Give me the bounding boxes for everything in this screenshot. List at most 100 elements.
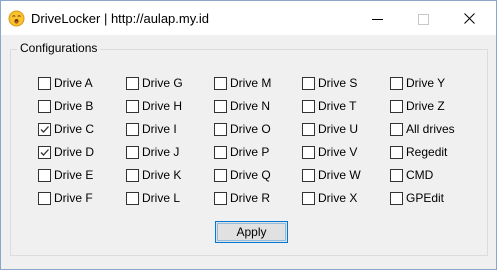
checkbox-box[interactable] [390, 76, 403, 90]
checkbox-box[interactable] [390, 168, 403, 182]
checkbox-label: Drive U [318, 122, 359, 136]
checkbox-box[interactable] [302, 168, 315, 182]
checkbox-drive-d[interactable]: Drive D [38, 144, 94, 160]
checkbox-label: Drive Z [406, 99, 445, 113]
checkbox-gpedit[interactable]: GPEdit [390, 190, 444, 206]
checkbox-label: Drive M [230, 76, 272, 90]
checkbox-drive-h[interactable]: Drive H [126, 98, 182, 114]
checkbox-box[interactable] [214, 191, 227, 205]
checkbox-box[interactable] [38, 145, 51, 159]
checkbox-box[interactable] [126, 99, 139, 113]
checkbox-drive-x[interactable]: Drive X [302, 190, 357, 206]
checkbox-drive-i[interactable]: Drive I [126, 121, 177, 137]
checkbox-cmd[interactable]: CMD [390, 167, 433, 183]
checkbox-label: Drive C [54, 122, 95, 136]
checkbox-label: Drive K [142, 168, 182, 182]
checkbox-label: CMD [406, 168, 434, 182]
checkbox-box[interactable] [38, 191, 51, 205]
emoji-face-icon [8, 10, 25, 27]
checkbox-box[interactable] [38, 122, 51, 136]
close-button[interactable] [447, 1, 493, 35]
maximize-button [401, 1, 447, 35]
checkbox-label: Drive L [142, 191, 181, 205]
checkbox-label: Drive A [54, 76, 93, 90]
checkbox-box[interactable] [38, 168, 51, 182]
checkbox-box[interactable] [214, 99, 227, 113]
checkbox-box[interactable] [302, 145, 315, 159]
maximize-icon [418, 14, 429, 25]
checkbox-box[interactable] [38, 99, 51, 113]
checkbox-box[interactable] [214, 168, 227, 182]
checkbox-box[interactable] [126, 76, 139, 90]
close-icon [464, 13, 475, 24]
checkbox-drive-z[interactable]: Drive Z [390, 98, 445, 114]
window-title: DriveLocker | http://aulap.my.id [31, 11, 209, 26]
checkbox-box[interactable] [126, 145, 139, 159]
checkbox-label: Drive R [230, 191, 271, 205]
checkbox-label: Drive E [54, 168, 94, 182]
checkbox-box[interactable] [214, 145, 227, 159]
checkmark-icon [40, 148, 49, 156]
checkbox-drive-s[interactable]: Drive S [302, 75, 357, 91]
checkbox-label: Drive D [54, 145, 95, 159]
checkbox-drive-r[interactable]: Drive R [214, 190, 270, 206]
checkbox-box[interactable] [214, 122, 227, 136]
checkbox-drive-f[interactable]: Drive F [38, 190, 93, 206]
checkbox-label: Drive T [318, 99, 357, 113]
checkbox-drive-a[interactable]: Drive A [38, 75, 93, 91]
checkbox-label: Regedit [406, 145, 448, 159]
checkbox-drive-j[interactable]: Drive J [126, 144, 179, 160]
checkbox-label: Drive B [54, 99, 94, 113]
checkbox-label: Drive S [318, 76, 358, 90]
checkbox-label: Drive F [54, 191, 93, 205]
minimize-icon [372, 19, 383, 20]
apply-button[interactable]: Apply [215, 221, 288, 243]
checkbox-drive-p[interactable]: Drive P [214, 144, 269, 160]
checkbox-drive-m[interactable]: Drive M [214, 75, 271, 91]
checkbox-box[interactable] [126, 122, 139, 136]
checkbox-label: Drive J [142, 145, 180, 159]
checkbox-drive-k[interactable]: Drive K [126, 167, 181, 183]
checkbox-drive-v[interactable]: Drive V [302, 144, 357, 160]
checkbox-box[interactable] [302, 99, 315, 113]
checkbox-label: Drive Y [406, 76, 446, 90]
checkbox-box[interactable] [126, 168, 139, 182]
checkbox-label: GPEdit [406, 191, 445, 205]
checkbox-box[interactable] [302, 76, 315, 90]
checkbox-box[interactable] [302, 191, 315, 205]
checkbox-drive-b[interactable]: Drive B [38, 98, 93, 114]
checkbox-all-drives[interactable]: All drives [390, 121, 455, 137]
checkbox-box[interactable] [126, 191, 139, 205]
checkbox-box[interactable] [390, 191, 403, 205]
checkbox-label: Drive O [230, 122, 271, 136]
checkbox-box[interactable] [302, 122, 315, 136]
checkbox-label: Drive I [142, 122, 177, 136]
checkbox-drive-l[interactable]: Drive L [126, 190, 180, 206]
checkbox-label: Drive N [230, 99, 271, 113]
checkbox-drive-t[interactable]: Drive T [302, 98, 356, 114]
checkbox-label: All drives [406, 122, 455, 136]
checkbox-box[interactable] [390, 99, 403, 113]
checkbox-drive-g[interactable]: Drive G [126, 75, 183, 91]
checkbox-box[interactable] [38, 76, 51, 90]
checkbox-label: Drive G [142, 76, 183, 90]
checkbox-drive-e[interactable]: Drive E [38, 167, 93, 183]
checkbox-box[interactable] [390, 122, 403, 136]
checkbox-drive-c[interactable]: Drive C [38, 121, 94, 137]
checkbox-drive-n[interactable]: Drive N [214, 98, 270, 114]
checkbox-label: Drive Q [230, 168, 271, 182]
minimize-button[interactable] [355, 1, 401, 35]
main-window: DriveLocker | http://aulap.my.id Configu… [0, 0, 497, 270]
checkbox-label: Drive V [318, 145, 358, 159]
title-bar[interactable]: DriveLocker | http://aulap.my.id [1, 1, 496, 35]
checkbox-box[interactable] [390, 145, 403, 159]
checkbox-drive-u[interactable]: Drive U [302, 121, 358, 137]
checkbox-label: Drive P [230, 145, 270, 159]
checkbox-box[interactable] [214, 76, 227, 90]
checkbox-label: Drive H [142, 99, 183, 113]
checkbox-drive-o[interactable]: Drive O [214, 121, 271, 137]
checkbox-regedit[interactable]: Regedit [390, 144, 447, 160]
checkbox-drive-y[interactable]: Drive Y [390, 75, 445, 91]
checkbox-drive-w[interactable]: Drive W [302, 167, 361, 183]
checkbox-drive-q[interactable]: Drive Q [214, 167, 271, 183]
